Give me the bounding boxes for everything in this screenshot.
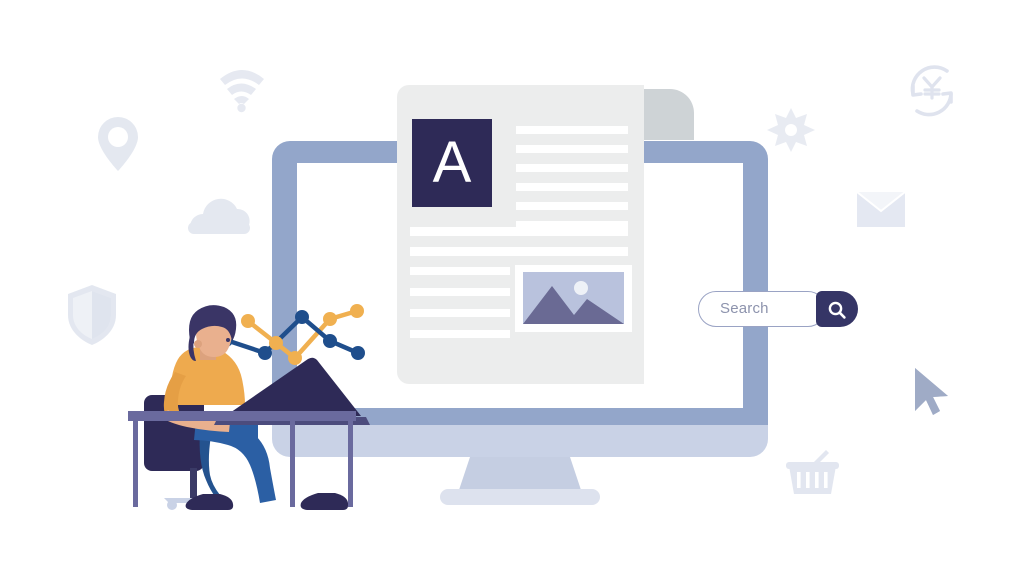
chair-post — [190, 468, 197, 500]
person-ear — [194, 340, 202, 348]
desk-leg-left — [133, 421, 138, 507]
desk-leg-mid — [290, 421, 295, 507]
magnifier-icon — [828, 301, 846, 319]
search-bar[interactable]: Search — [698, 291, 858, 327]
person-eye — [226, 338, 230, 342]
illustration-canvas: A Search — [0, 0, 1024, 576]
search-input[interactable]: Search — [720, 291, 769, 327]
person-at-desk — [128, 305, 370, 510]
search-button[interactable] — [816, 291, 858, 327]
desk-top — [128, 411, 356, 421]
shoe-front — [300, 493, 349, 510]
laptop-screen — [224, 357, 361, 417]
desk-leg-right — [348, 421, 353, 507]
